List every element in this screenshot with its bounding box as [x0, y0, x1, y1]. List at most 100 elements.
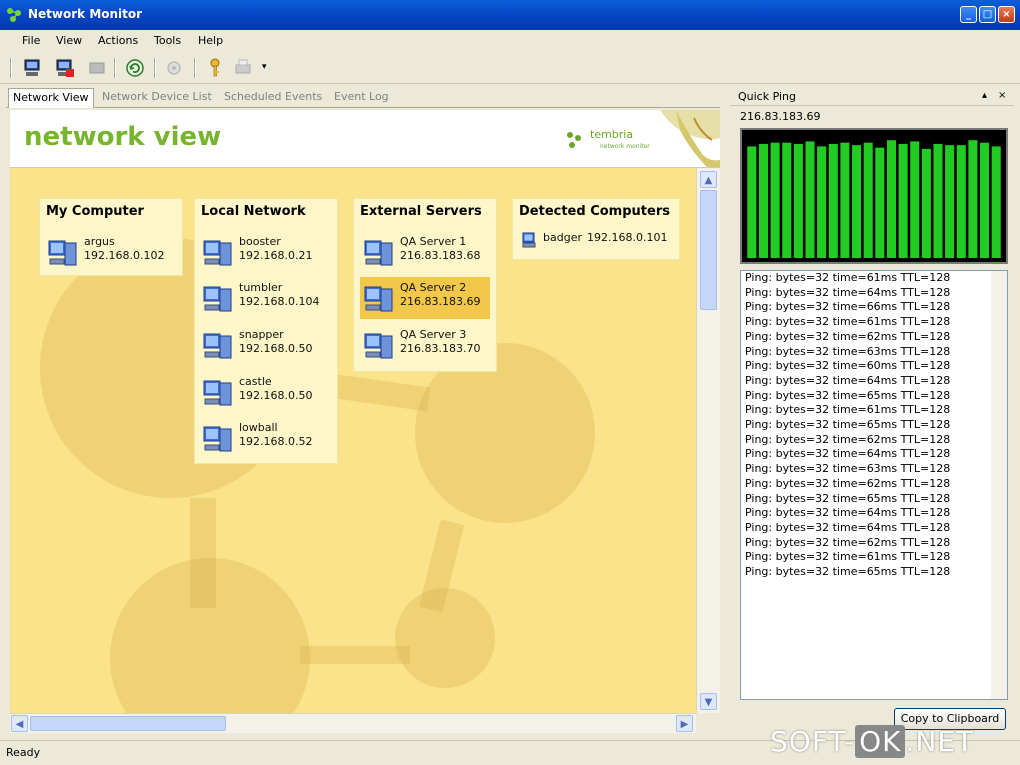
- scroll-right-icon[interactable]: ▶: [676, 715, 693, 732]
- ping-bar: [968, 140, 978, 258]
- minimize-button[interactable]: _: [960, 6, 977, 23]
- group-title: External Servers: [360, 204, 482, 219]
- device-node-qa-server-2[interactable]: QA Server 2 216.83.183.69: [360, 277, 490, 319]
- device-name: QA Server 3: [400, 328, 467, 341]
- tembria-logo: tembria: [590, 128, 634, 141]
- ping-log-scrollbar[interactable]: [991, 271, 1007, 699]
- key-icon[interactable]: [204, 57, 226, 79]
- ping-log-line: Ping: bytes=32 time=64ms TTL=128: [745, 447, 951, 461]
- device-name: argus: [84, 235, 115, 248]
- scroll-down-icon[interactable]: ▼: [700, 693, 717, 710]
- computer-icon: [48, 240, 77, 266]
- device-node-badger[interactable]: badger 192.168.0.101: [517, 227, 677, 251]
- toolbar-separator: [154, 58, 156, 78]
- tab-strip: Network View Network Device List Schedul…: [6, 88, 720, 108]
- ping-log-line: Ping: bytes=32 time=62ms TTL=128: [745, 329, 951, 343]
- ping-bar: [945, 145, 955, 258]
- menu-view[interactable]: View: [56, 34, 82, 47]
- ping-bar: [805, 141, 815, 258]
- scroll-up-icon[interactable]: ▲: [700, 171, 717, 188]
- ping-bar: [886, 140, 896, 258]
- device-ip: 216.83.183.70: [400, 342, 481, 355]
- device-name: QA Server 2: [400, 281, 467, 294]
- group-my-computer: My Computer argus 192.168.0.102: [39, 198, 183, 276]
- device-ip: 192.168.0.50: [239, 389, 313, 402]
- print-icon[interactable]: [232, 57, 254, 79]
- device-name: lowball: [239, 421, 278, 434]
- background-bubble: [395, 588, 495, 688]
- network-map-canvas[interactable]: My Computer argus 192.168.0.102 Local Ne…: [10, 168, 696, 713]
- ping-bar: [956, 145, 966, 258]
- ping-log[interactable]: Ping: bytes=32 time=61ms TTL=128 Ping: by…: [740, 270, 1008, 700]
- computer-icon: [203, 240, 232, 266]
- group-local-network: Local Network booster 192.168.0.21 tumbl…: [194, 198, 338, 464]
- tab-network-device-list[interactable]: Network Device List: [102, 90, 212, 103]
- ping-bar: [980, 142, 990, 258]
- quick-ping-pane: Quick Ping ▴ × 216.83.183.69 Ping: bytes…: [730, 88, 1014, 738]
- device-ip: 192.168.0.104: [239, 295, 320, 308]
- background-link: [300, 646, 410, 664]
- ping-bar: [910, 141, 920, 258]
- device-ip: 192.168.0.50: [239, 342, 313, 355]
- device-node-castle[interactable]: castle 192.168.0.50: [199, 371, 329, 413]
- ping-bar: [828, 143, 838, 258]
- watermark-left: SOFT-: [770, 725, 856, 758]
- canvas-vertical-scrollbar[interactable]: ▲ ▼: [696, 168, 720, 713]
- close-button[interactable]: ×: [998, 6, 1015, 23]
- add-device-icon[interactable]: [22, 57, 44, 79]
- menu-actions[interactable]: Actions: [98, 34, 138, 47]
- watermark: SOFT- OK .NET: [770, 725, 974, 758]
- horizontal-scroll-thumb[interactable]: [30, 716, 226, 731]
- device-node-booster[interactable]: booster 192.168.0.21: [199, 231, 329, 273]
- scroll-left-icon[interactable]: ◀: [11, 715, 28, 732]
- computer-icon: [522, 232, 536, 248]
- pin-icon[interactable]: ▴: [982, 90, 987, 101]
- ping-log-line: Ping: bytes=32 time=61ms TTL=128: [745, 403, 951, 417]
- ping-log-line: Ping: bytes=32 time=64ms TTL=128: [745, 285, 951, 299]
- canvas-horizontal-scrollbar[interactable]: ◀ ▶: [10, 713, 696, 733]
- device-node-argus[interactable]: argus 192.168.0.102: [44, 231, 174, 273]
- ping-bar: [852, 145, 862, 258]
- computer-icon: [203, 333, 232, 359]
- device-node-snapper[interactable]: snapper 192.168.0.50: [199, 324, 329, 366]
- ping-log-line: Ping: bytes=32 time=65ms TTL=128: [745, 565, 951, 579]
- quick-ping-title: Quick Ping: [738, 90, 797, 103]
- ping-bar: [898, 143, 908, 258]
- menu-help[interactable]: Help: [198, 34, 223, 47]
- group-external-servers: External Servers QA Server 1 216.83.183.…: [353, 198, 497, 372]
- window-title: Network Monitor: [28, 7, 143, 21]
- vertical-scroll-thumb[interactable]: [700, 190, 717, 310]
- ping-log-line: Ping: bytes=32 time=62ms TTL=128: [745, 432, 951, 446]
- ping-bar: [875, 147, 885, 258]
- network-view-header: network view tembria network monitor: [10, 110, 720, 168]
- ping-icon[interactable]: [164, 57, 186, 79]
- properties-icon[interactable]: [86, 57, 108, 79]
- tab-network-view[interactable]: Network View: [8, 88, 94, 108]
- device-node-lowball[interactable]: lowball 192.168.0.52: [199, 417, 329, 459]
- ping-log-line: Ping: bytes=32 time=65ms TTL=128: [745, 388, 951, 402]
- tab-event-log[interactable]: Event Log: [334, 90, 389, 103]
- device-ip: 192.168.0.52: [239, 435, 313, 448]
- refresh-icon[interactable]: [124, 57, 146, 79]
- toolbar-overflow-icon[interactable]: ▾: [262, 62, 267, 72]
- title-bar: Network Monitor _ □ ×: [0, 0, 1020, 30]
- device-name: QA Server 1: [400, 235, 467, 248]
- menu-file[interactable]: File: [22, 34, 40, 47]
- device-ip: 216.83.183.68: [400, 249, 481, 262]
- device-node-tumbler[interactable]: tumbler 192.168.0.104: [199, 277, 329, 319]
- device-node-qa-server-3[interactable]: QA Server 3 216.83.183.70: [360, 324, 490, 366]
- menu-tools[interactable]: Tools: [154, 34, 181, 47]
- tembria-logo-subtitle: network monitor: [600, 143, 650, 150]
- device-name: booster: [239, 235, 281, 248]
- device-node-qa-server-1[interactable]: QA Server 1 216.83.183.68: [360, 231, 490, 273]
- world-map-graphic: [650, 110, 720, 167]
- ping-bar: [921, 148, 931, 258]
- ping-bars: [747, 140, 1001, 258]
- remove-device-icon[interactable]: [54, 57, 76, 79]
- pane-close-icon[interactable]: ×: [998, 90, 1006, 101]
- computer-icon: [364, 333, 393, 359]
- ping-log-line: Ping: bytes=32 time=61ms TTL=128: [745, 271, 951, 284]
- maximize-button[interactable]: □: [979, 6, 996, 23]
- tab-scheduled-events[interactable]: Scheduled Events: [224, 90, 322, 103]
- device-name: castle: [239, 375, 272, 388]
